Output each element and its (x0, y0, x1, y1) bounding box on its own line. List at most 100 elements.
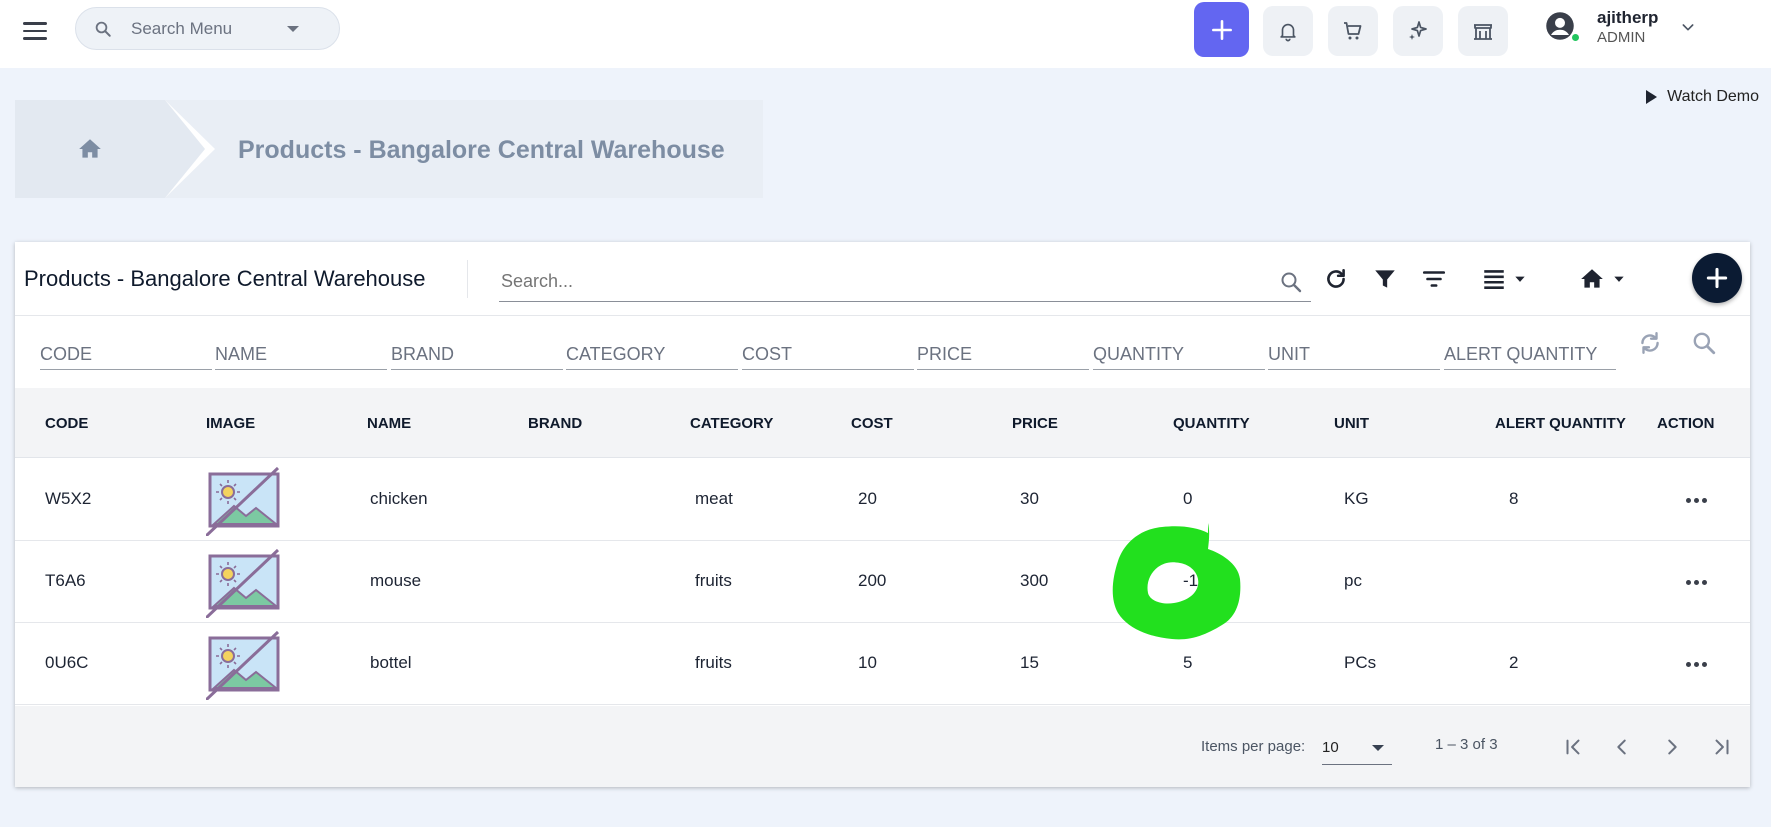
filter-button[interactable] (1372, 264, 1398, 294)
header-brand[interactable]: BRAND (528, 415, 582, 432)
filter-price[interactable]: PRICE (917, 338, 1089, 370)
sort-button[interactable] (1421, 264, 1447, 294)
view-toggle-button[interactable] (1481, 264, 1527, 294)
filter-name[interactable]: NAME (215, 338, 387, 370)
warehouse-select-button[interactable] (1578, 264, 1626, 294)
add-product-button[interactable] (1692, 253, 1742, 303)
filter-quantity[interactable]: QUANTITY (1093, 338, 1265, 370)
cell-price: 300 (1020, 571, 1049, 590)
cell-cost: 20 (858, 489, 877, 508)
plus-icon (1706, 267, 1728, 289)
bell-icon (1280, 23, 1296, 42)
play-icon (1646, 90, 1658, 104)
chevron-down-icon[interactable] (1680, 19, 1696, 35)
ai-sparkle-button[interactable] (1393, 6, 1443, 56)
header-cost[interactable]: COST (851, 415, 893, 432)
cell-cost: 200 (858, 571, 887, 590)
reset-filters-icon[interactable] (1637, 330, 1663, 356)
breadcrumb-home[interactable] (15, 100, 165, 198)
filter-code[interactable]: CODE (40, 338, 212, 370)
header-price[interactable]: PRICE (1012, 415, 1058, 432)
home-icon (1581, 269, 1603, 288)
cell-alert-quantity: 2 (1509, 653, 1519, 672)
page-size-select[interactable]: 10 (1322, 731, 1392, 765)
store-icon (1474, 24, 1492, 40)
header-image: IMAGE (206, 415, 256, 432)
first-page-button[interactable] (1556, 730, 1590, 764)
chevron-down-icon[interactable] (287, 25, 299, 32)
cell-name: bottel (370, 653, 412, 672)
cell-price: 30 (1020, 489, 1039, 508)
image-placeholder-icon (204, 466, 281, 538)
filter-category[interactable]: CATEGORY (566, 338, 738, 370)
table-row[interactable]: 0U6C bottel fruits 10 15 5 PCs 2 (15, 623, 1750, 705)
items-per-page-label: Items per page: (1201, 738, 1306, 755)
sparkle-icon (1409, 21, 1427, 40)
watch-demo-link[interactable]: Watch Demo (1646, 88, 1759, 106)
caret-down-icon (1614, 276, 1624, 282)
header-code[interactable]: CODE (45, 415, 88, 432)
table-search[interactable] (499, 262, 1311, 302)
list-icon (1484, 270, 1504, 289)
cell-unit: PCs (1344, 653, 1377, 672)
filter-unit[interactable]: UNIT (1268, 338, 1440, 370)
next-page-button[interactable] (1655, 730, 1689, 764)
add-button[interactable] (1194, 2, 1249, 57)
hamburger-menu-icon[interactable] (18, 14, 52, 48)
refresh-button[interactable] (1323, 264, 1349, 294)
filter-alert-quantity[interactable]: ALERT QUANTITY (1444, 338, 1616, 370)
search-icon (94, 19, 114, 39)
cell-quantity: 0 (1183, 489, 1193, 508)
header-action: ACTION (1657, 415, 1715, 432)
previous-page-button[interactable] (1605, 730, 1639, 764)
search-menu[interactable] (75, 7, 340, 50)
header-category[interactable]: CATEGORY (690, 415, 773, 432)
cell-name: chicken (370, 489, 428, 508)
chevron-left-icon (1617, 739, 1626, 755)
last-page-button[interactable] (1705, 730, 1739, 764)
header-alert-quantity[interactable]: ALERT QUANTITY (1495, 415, 1626, 432)
cell-category: meat (695, 489, 733, 508)
breadcrumb-title: Products - Bangalore Central Warehouse (238, 136, 725, 164)
user-role: ADMIN (1597, 29, 1646, 46)
table-search-input[interactable] (501, 271, 1279, 292)
header-unit[interactable]: UNIT (1334, 415, 1369, 432)
products-card: Products - Bangalore Central Warehouse C… (15, 242, 1750, 787)
cell-alert-quantity: 8 (1509, 489, 1519, 508)
account-icon (1545, 11, 1581, 43)
user-name: ajitherp (1597, 8, 1659, 27)
search-menu-input[interactable] (131, 18, 281, 39)
more-actions-icon[interactable] (1679, 488, 1713, 512)
watch-demo-label: Watch Demo (1667, 88, 1759, 105)
search-icon[interactable] (1279, 270, 1303, 294)
more-actions-icon[interactable] (1679, 652, 1713, 676)
cell-category: fruits (695, 571, 732, 590)
store-button[interactable] (1458, 6, 1508, 56)
cell-code: T6A6 (45, 571, 86, 590)
table-row[interactable]: T6A6 mouse fruits 200 300 -1 pc (15, 541, 1750, 623)
last-page-icon (1715, 739, 1729, 755)
refresh-icon (1327, 269, 1345, 288)
cart-button[interactable] (1328, 6, 1378, 56)
funnel-icon (1375, 270, 1395, 288)
notifications-button[interactable] (1263, 6, 1313, 56)
home-icon (79, 139, 101, 158)
breadcrumb: Products - Bangalore Central Warehouse (15, 100, 763, 198)
header-name[interactable]: NAME (367, 415, 411, 432)
cell-category: fruits (695, 653, 732, 672)
cell-code: 0U6C (45, 653, 89, 672)
caret-down-icon (1372, 745, 1384, 751)
more-actions-icon[interactable] (1679, 570, 1713, 594)
table-row[interactable]: W5X2 chicken meat 20 30 0 KG 8 (15, 459, 1750, 541)
filter-cost[interactable]: COST (742, 338, 914, 370)
cell-quantity: -1 (1183, 571, 1199, 590)
cell-unit: pc (1344, 571, 1362, 590)
search-icon[interactable] (1691, 330, 1717, 356)
header-quantity[interactable]: QUANTITY (1173, 415, 1250, 432)
user-menu[interactable]: ajitherp ADMIN (1545, 8, 1696, 46)
filter-brand[interactable]: BRAND (391, 338, 563, 370)
card-header: Products - Bangalore Central Warehouse (15, 242, 1750, 316)
paginator: Items per page: 10 1 – 3 of 3 (15, 706, 1750, 787)
cart-icon (1344, 22, 1362, 40)
online-status-dot (1570, 32, 1581, 43)
